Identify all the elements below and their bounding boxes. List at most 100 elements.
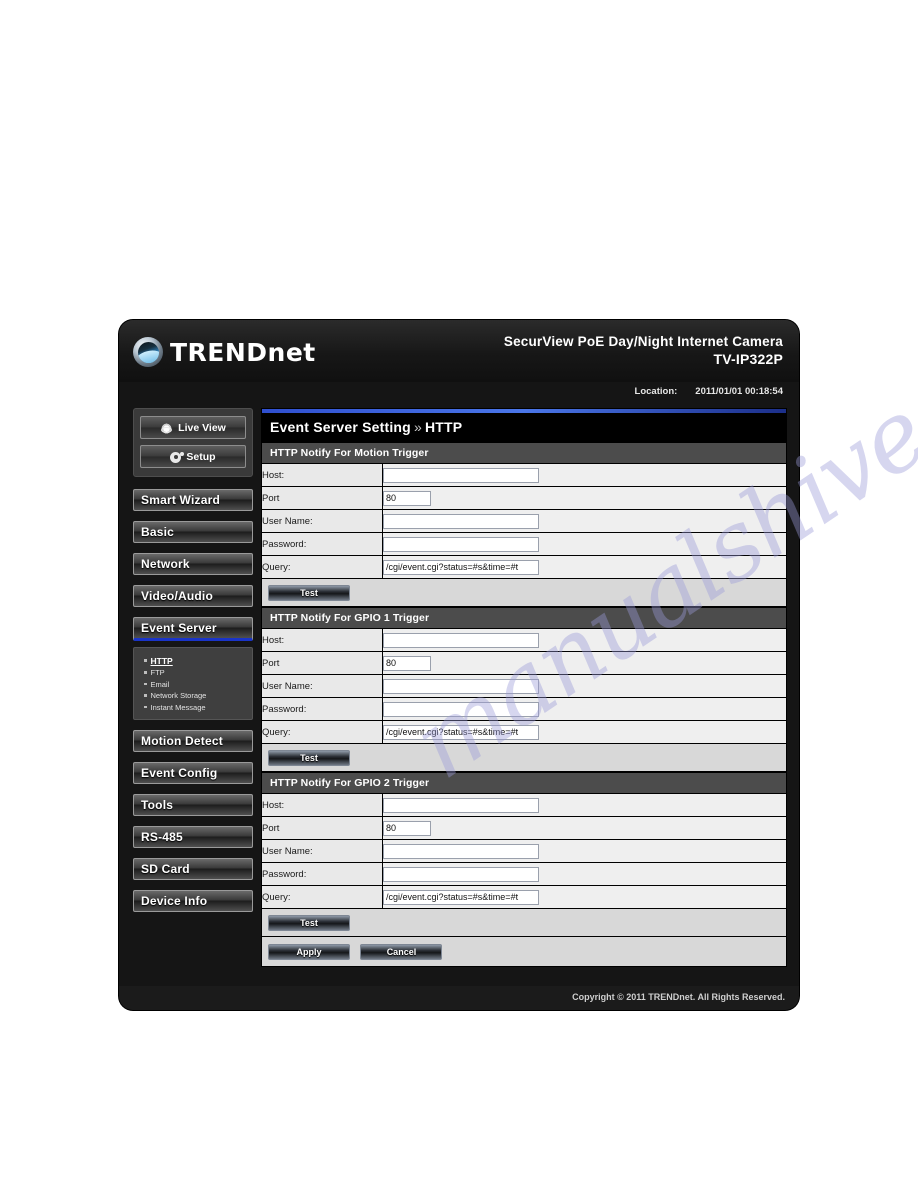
port-input[interactable]: 80 [383, 655, 431, 671]
password-input[interactable] [383, 536, 539, 552]
password-field-cell [382, 862, 786, 886]
sidebar: Live View Setup Smart Wizard Basic Netwo… [133, 408, 253, 922]
table-row: Host: [262, 464, 786, 487]
page-title-sub: HTTP [424, 419, 463, 435]
username-input[interactable] [383, 678, 539, 694]
sidebar-mode-switcher: Live View Setup [133, 408, 253, 477]
table-row: Query: /cgi/event.cgi?status=#s&time=#t [262, 885, 786, 909]
query-field-cell: /cgi/event.cgi?status=#s&time=#t [382, 720, 786, 744]
sidebar-item-video-audio[interactable]: Video/Audio [133, 585, 253, 607]
setup-button[interactable]: Setup [140, 445, 246, 468]
test-row-motion-trigger: Test [262, 579, 786, 607]
port-label: Port [262, 486, 383, 510]
sidebar-subitem-ftp[interactable]: FTP [144, 668, 252, 677]
query-input[interactable]: /cgi/event.cgi?status=#s&time=#t [383, 889, 539, 905]
test-button[interactable]: Test [268, 750, 350, 766]
username-label: User Name: [262, 509, 383, 533]
brand-logo: TRENDnet [133, 337, 316, 367]
password-label: Password: [262, 862, 383, 886]
host-input[interactable] [383, 797, 539, 813]
group-header-gpio2-trigger: HTTP Notify For GPIO 2 Trigger [262, 772, 786, 794]
host-field-cell [382, 794, 786, 817]
test-button[interactable]: Test [268, 915, 350, 931]
username-field-cell [382, 509, 786, 533]
sidebar-item-label: SD Card [141, 862, 190, 876]
live-view-button[interactable]: Live View [140, 416, 246, 439]
password-field-cell [382, 697, 786, 721]
form-gpio2-trigger: Host: Port 80 User Name: Password: Query… [262, 794, 786, 909]
sidebar-subitem-instant-message[interactable]: Instant Message [144, 703, 252, 712]
gear-icon [170, 451, 185, 463]
brand-wordmark: TRENDnet [170, 337, 316, 367]
sidebar-item-smart-wizard[interactable]: Smart Wizard [133, 489, 253, 511]
test-button[interactable]: Test [268, 585, 350, 601]
sidebar-item-tools[interactable]: Tools [133, 794, 253, 816]
location-bar: Location: 2011/01/01 00:18:54 [119, 382, 799, 404]
sidebar-subitem-network-storage[interactable]: Network Storage [144, 691, 252, 700]
port-label: Port [262, 816, 383, 840]
host-field-cell [382, 464, 786, 487]
bullet-icon [144, 671, 147, 674]
sidebar-item-label: Event Server [141, 621, 217, 635]
sidebar-item-event-server[interactable]: Event Server [133, 617, 253, 641]
username-label: User Name: [262, 839, 383, 863]
sidebar-subitem-email[interactable]: Email [144, 680, 252, 689]
sidebar-item-label: Event Config [141, 766, 218, 780]
query-input[interactable]: /cgi/event.cgi?status=#s&time=#t [383, 724, 539, 740]
cancel-button[interactable]: Cancel [360, 944, 443, 960]
sidebar-item-basic[interactable]: Basic [133, 521, 253, 543]
host-label: Host: [262, 794, 383, 817]
host-label: Host: [262, 464, 383, 487]
sidebar-item-label: Tools [141, 798, 174, 812]
table-row: Query: /cgi/event.cgi?status=#s&time=#t [262, 720, 786, 744]
table-row: Host: [262, 629, 786, 652]
query-input[interactable]: /cgi/event.cgi?status=#s&time=#t [383, 559, 539, 575]
sidebar-submenu-event-server: HTTP FTP Email Network Storage Instant M… [133, 647, 253, 720]
location-timestamp: 2011/01/01 00:18:54 [695, 386, 783, 397]
table-row: Port 80 [262, 651, 786, 675]
test-row-gpio1-trigger: Test [262, 744, 786, 772]
query-label: Query: [262, 885, 383, 909]
sidebar-item-network[interactable]: Network [133, 553, 253, 575]
sidebar-item-label: RS-485 [141, 830, 183, 844]
sidebar-item-rs485[interactable]: RS-485 [133, 826, 253, 848]
port-field-cell: 80 [382, 816, 786, 840]
sidebar-item-label: Smart Wizard [141, 493, 220, 507]
port-input[interactable]: 80 [383, 490, 431, 506]
sidebar-item-event-config[interactable]: Event Config [133, 762, 253, 784]
page-title: Event Server Setting» HTTP [262, 413, 786, 442]
password-input[interactable] [383, 701, 539, 717]
host-field-cell [382, 629, 786, 652]
sidebar-item-device-info[interactable]: Device Info [133, 890, 253, 912]
table-row: Password: [262, 862, 786, 886]
host-input[interactable] [383, 632, 539, 648]
app-header: TRENDnet SecurView PoE Day/Night Interne… [119, 320, 799, 382]
sidebar-subitem-label: Email [150, 679, 170, 689]
test-row-gpio2-trigger: Test [262, 909, 786, 937]
table-row: Host: [262, 794, 786, 817]
location-bar-inner: Location: 2011/01/01 00:18:54 [635, 386, 783, 397]
username-field-cell [382, 674, 786, 698]
main-content-panel: Event Server Setting» HTTP HTTP Notify Fo… [261, 408, 787, 967]
query-field-cell: /cgi/event.cgi?status=#s&time=#t [382, 885, 786, 909]
table-row: User Name: [262, 509, 786, 533]
copyright-text: Copyright © 2011 TRENDnet. All Rights Re… [572, 992, 785, 1002]
sidebar-item-motion-detect[interactable]: Motion Detect [133, 730, 253, 752]
port-field-cell: 80 [382, 651, 786, 675]
breadcrumb-separator: » [413, 419, 422, 435]
password-input[interactable] [383, 866, 539, 882]
form-actions: Apply Cancel [262, 937, 786, 966]
table-row: User Name: [262, 839, 786, 863]
group-header-motion-trigger: HTTP Notify For Motion Trigger [262, 442, 786, 464]
table-row: User Name: [262, 674, 786, 698]
sidebar-subitem-label: Instant Message [150, 702, 206, 712]
password-label: Password: [262, 697, 383, 721]
sidebar-subitem-http[interactable]: HTTP [144, 656, 252, 666]
username-input[interactable] [383, 843, 539, 859]
sidebar-item-sd-card[interactable]: SD Card [133, 858, 253, 880]
table-row: Port 80 [262, 486, 786, 510]
apply-button[interactable]: Apply [268, 944, 350, 960]
username-input[interactable] [383, 513, 539, 529]
host-input[interactable] [383, 467, 539, 483]
port-input[interactable]: 80 [383, 820, 431, 836]
